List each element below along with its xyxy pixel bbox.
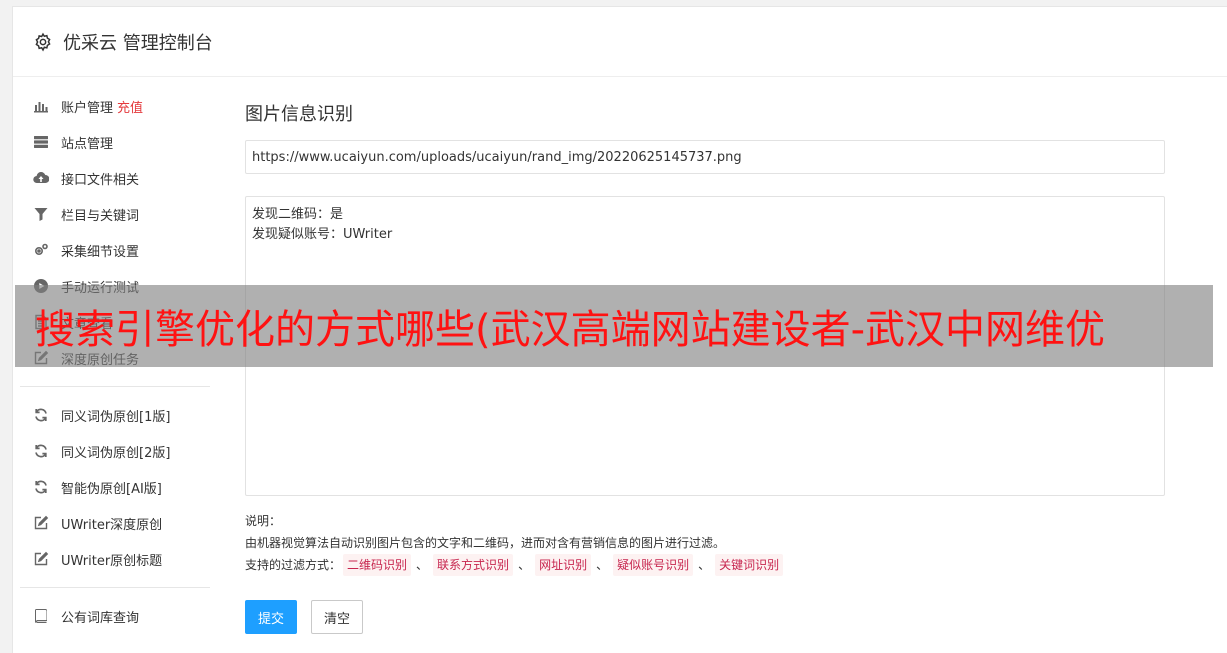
server-icon [32, 133, 50, 151]
filter-icon [32, 205, 50, 223]
notes-label: 说明： [245, 514, 282, 528]
filter-chip: 二维码识别 [343, 554, 412, 576]
sidebar-item-label: 账户管理 [61, 100, 114, 116]
filter-chip: 疑似账号识别 [613, 554, 694, 576]
filter-separator: 、 [518, 558, 531, 572]
edit-icon [32, 514, 50, 532]
sidebar-item[interactable]: 站点管理 [20, 124, 210, 160]
notes-description: 由机器视觉算法自动识别图片包含的文字和二维码，进而对含有营销信息的图片进行过滤。 [245, 536, 726, 550]
filter-separator: 、 [698, 558, 711, 572]
sidebar-item-label: 采集细节设置 [61, 244, 140, 260]
page-title: 优采云 管理控制台 [63, 32, 213, 54]
result-line: 发现疑似账号：UWriter [252, 227, 393, 242]
sidebar-item-label: 站点管理 [61, 136, 114, 152]
filters-row: 支持的过滤方式： 二维码识别 、 联系方式识别 、 网址识别 、 疑似账号识别 … [245, 554, 1165, 576]
refresh-icon [32, 406, 50, 424]
sidebar-item[interactable]: 同义词伪原创[1版] [20, 397, 210, 433]
recharge-link[interactable]: 充值 [117, 97, 143, 116]
sidebar-item-label: 栏目与关键词 [61, 208, 140, 224]
sidebar-item[interactable]: UWriter原创标题 [20, 541, 210, 577]
sidebar-item[interactable]: 接口文件相关 [20, 160, 210, 196]
sidebar-item-label: 同义词伪原创[2版] [61, 445, 171, 461]
filter-chip: 网址识别 [535, 554, 592, 576]
filter-separator: 、 [596, 558, 609, 572]
cloud-upload-icon [32, 169, 50, 187]
sidebar-divider [20, 386, 210, 387]
submit-button[interactable]: 提交 [245, 600, 298, 634]
panel-header: 优采云 管理控制台 [13, 7, 1227, 77]
bar-chart-icon [32, 97, 50, 115]
section-title: 图片信息识别 [245, 104, 353, 125]
book-icon [32, 607, 50, 625]
sidebar-divider [20, 587, 210, 588]
gear-icon [35, 32, 51, 51]
refresh-icon [32, 478, 50, 496]
sidebar-item-label: 公有词库查询 [61, 610, 140, 626]
clear-button[interactable]: 清空 [311, 600, 364, 634]
sidebar-item[interactable]: 同义词伪原创[2版] [20, 433, 210, 469]
sidebar-item[interactable]: 采集细节设置 [20, 232, 210, 268]
main-content: 图片信息识别 发现二维码：是 发现疑似账号：UWriter 说明： 由机器视觉算… [245, 100, 1165, 634]
filter-separator: 、 [416, 558, 429, 572]
refresh-icon [32, 442, 50, 460]
filters-label: 支持的过滤方式： [245, 558, 342, 572]
edit-icon [32, 550, 50, 568]
image-url-input[interactable] [245, 140, 1165, 174]
banner-text: 搜索引擎优化的方式哪些(武汉高端网站建设者-武汉中网维优 [35, 307, 1106, 353]
overlay-banner: 搜索引擎优化的方式哪些(武汉高端网站建设者-武汉中网维优 [15, 285, 1213, 367]
notes: 说明： 由机器视觉算法自动识别图片包含的文字和二维码，进而对含有营销信息的图片进… [245, 510, 1165, 576]
button-row: 提交 清空 [245, 600, 1165, 634]
filter-chip: 关键词识别 [715, 554, 784, 576]
sidebar-item-label: UWriter原创标题 [61, 553, 163, 569]
sidebar-item[interactable]: 智能伪原创[AI版] [20, 469, 210, 505]
sidebar-item[interactable]: UWriter深度原创 [20, 505, 210, 541]
sidebar-item-label: 接口文件相关 [61, 172, 140, 188]
sidebar-item-label: UWriter深度原创 [61, 517, 163, 533]
sidebar-item-label: 同义词伪原创[1版] [61, 409, 171, 425]
sidebar-item-label: 智能伪原创[AI版] [61, 481, 162, 497]
sidebar-item[interactable]: 公有词库查询 [20, 598, 210, 634]
sidebar-item[interactable]: 账户管理 充值 [20, 88, 210, 124]
result-line: 发现二维码：是 [252, 207, 344, 222]
sidebar-item[interactable]: 栏目与关键词 [20, 196, 210, 232]
cogs-icon [32, 241, 50, 259]
filter-chip: 联系方式识别 [433, 554, 514, 576]
